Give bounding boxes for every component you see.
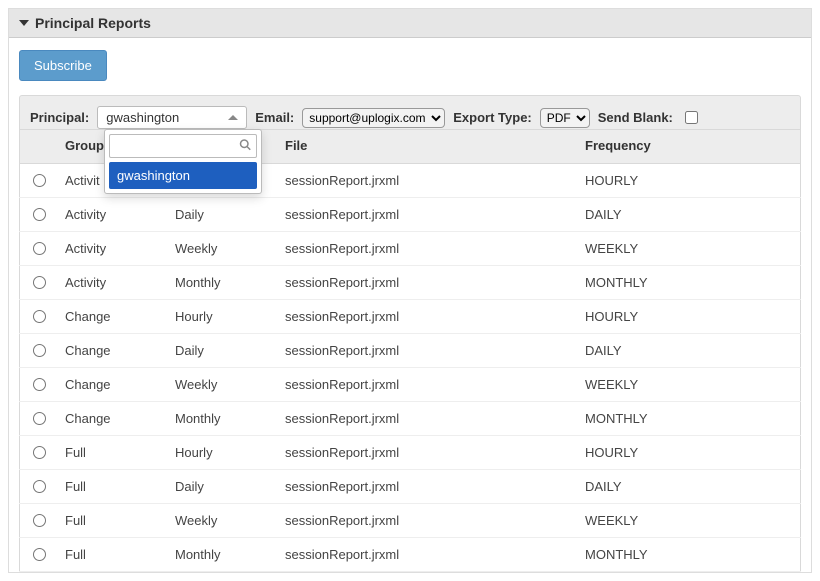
table-row: ChangeMonthlysessionReport.jrxmlMONTHLY	[20, 402, 801, 436]
row-file: sessionReport.jrxml	[277, 266, 577, 300]
chevron-up-icon	[228, 115, 238, 120]
row-file: sessionReport.jrxml	[277, 538, 577, 572]
row-frequency: DAILY	[577, 198, 801, 232]
row-period: Monthly	[167, 266, 277, 300]
row-file: sessionReport.jrxml	[277, 470, 577, 504]
row-file: sessionReport.jrxml	[277, 402, 577, 436]
table-row: ChangeHourlysessionReport.jrxmlHOURLY	[20, 300, 801, 334]
row-period: Monthly	[167, 402, 277, 436]
table-row: ActivityMonthlysessionReport.jrxmlMONTHL…	[20, 266, 801, 300]
send-blank-checkbox[interactable]	[685, 111, 698, 124]
row-period: Weekly	[167, 232, 277, 266]
row-file: sessionReport.jrxml	[277, 300, 577, 334]
row-frequency: MONTHLY	[577, 538, 801, 572]
row-frequency: WEEKLY	[577, 232, 801, 266]
principal-search-input[interactable]	[109, 134, 257, 158]
row-group: Full	[57, 470, 167, 504]
row-group: Activity	[57, 266, 167, 300]
row-radio[interactable]	[33, 344, 46, 357]
table-row: FullWeeklysessionReport.jrxmlWEEKLY	[20, 504, 801, 538]
table-row: ActivityDailysessionReport.jrxmlDAILY	[20, 198, 801, 232]
row-file: sessionReport.jrxml	[277, 334, 577, 368]
table-row: ChangeWeeklysessionReport.jrxmlWEEKLY	[20, 368, 801, 402]
row-group: Full	[57, 436, 167, 470]
row-group: Change	[57, 368, 167, 402]
row-radio[interactable]	[33, 174, 46, 187]
table-header-frequency: Frequency	[577, 130, 801, 164]
row-file: sessionReport.jrxml	[277, 436, 577, 470]
row-radio[interactable]	[33, 412, 46, 425]
export-type-label: Export Type:	[453, 110, 532, 125]
panel-body: Subscribe Principal: gwashington	[9, 38, 811, 572]
send-blank-label: Send Blank:	[598, 110, 673, 125]
row-period: Weekly	[167, 504, 277, 538]
row-group: Full	[57, 504, 167, 538]
subscribe-button[interactable]: Subscribe	[19, 50, 107, 81]
row-frequency: MONTHLY	[577, 266, 801, 300]
row-radio[interactable]	[33, 208, 46, 221]
principal-dropdown: gwashington	[104, 129, 262, 194]
email-select[interactable]: support@uplogix.com	[302, 108, 445, 128]
table-row: FullHourlysessionReport.jrxmlHOURLY	[20, 436, 801, 470]
row-frequency: DAILY	[577, 470, 801, 504]
export-type-select[interactable]: PDF	[540, 108, 590, 128]
email-label: Email:	[255, 110, 294, 125]
row-period: Daily	[167, 334, 277, 368]
row-frequency: HOURLY	[577, 164, 801, 198]
row-radio[interactable]	[33, 446, 46, 459]
principal-combo[interactable]: gwashington	[97, 106, 247, 129]
reports-table: Group File Frequency ActivitsessionRepor…	[19, 130, 801, 572]
table-row: ActivityWeeklysessionReport.jrxmlWEEKLY	[20, 232, 801, 266]
principal-option[interactable]: gwashington	[109, 162, 257, 189]
row-frequency: DAILY	[577, 334, 801, 368]
row-frequency: WEEKLY	[577, 504, 801, 538]
row-frequency: HOURLY	[577, 436, 801, 470]
row-radio[interactable]	[33, 548, 46, 561]
row-file: sessionReport.jrxml	[277, 164, 577, 198]
row-radio[interactable]	[33, 276, 46, 289]
row-group: Full	[57, 538, 167, 572]
table-row: ChangeDailysessionReport.jrxmlDAILY	[20, 334, 801, 368]
row-frequency: MONTHLY	[577, 402, 801, 436]
principal-search-wrap	[109, 134, 257, 158]
row-period: Daily	[167, 198, 277, 232]
row-period: Hourly	[167, 436, 277, 470]
table-header-radio	[20, 130, 58, 164]
principal-combo-value: gwashington	[106, 110, 179, 125]
principal-reports-panel: Principal Reports Subscribe Principal: g…	[8, 8, 812, 573]
table-header-file: File	[277, 130, 577, 164]
row-frequency: HOURLY	[577, 300, 801, 334]
principal-label: Principal:	[30, 110, 89, 125]
row-period: Daily	[167, 470, 277, 504]
panel-header[interactable]: Principal Reports	[9, 9, 811, 38]
row-group: Activity	[57, 232, 167, 266]
row-file: sessionReport.jrxml	[277, 368, 577, 402]
row-group: Activity	[57, 198, 167, 232]
filter-bar: Principal: gwashington gwashington	[19, 95, 801, 130]
row-group: Change	[57, 300, 167, 334]
row-period: Weekly	[167, 368, 277, 402]
row-radio[interactable]	[33, 514, 46, 527]
row-group: Change	[57, 334, 167, 368]
row-group: Change	[57, 402, 167, 436]
table-row: FullDailysessionReport.jrxmlDAILY	[20, 470, 801, 504]
panel-title: Principal Reports	[35, 15, 151, 31]
table-row: FullMonthlysessionReport.jrxmlMONTHLY	[20, 538, 801, 572]
row-radio[interactable]	[33, 378, 46, 391]
row-radio[interactable]	[33, 310, 46, 323]
row-file: sessionReport.jrxml	[277, 504, 577, 538]
row-radio[interactable]	[33, 242, 46, 255]
row-file: sessionReport.jrxml	[277, 198, 577, 232]
row-period: Monthly	[167, 538, 277, 572]
row-frequency: WEEKLY	[577, 368, 801, 402]
row-period: Hourly	[167, 300, 277, 334]
collapse-caret-icon	[19, 20, 29, 26]
row-file: sessionReport.jrxml	[277, 232, 577, 266]
row-radio[interactable]	[33, 480, 46, 493]
